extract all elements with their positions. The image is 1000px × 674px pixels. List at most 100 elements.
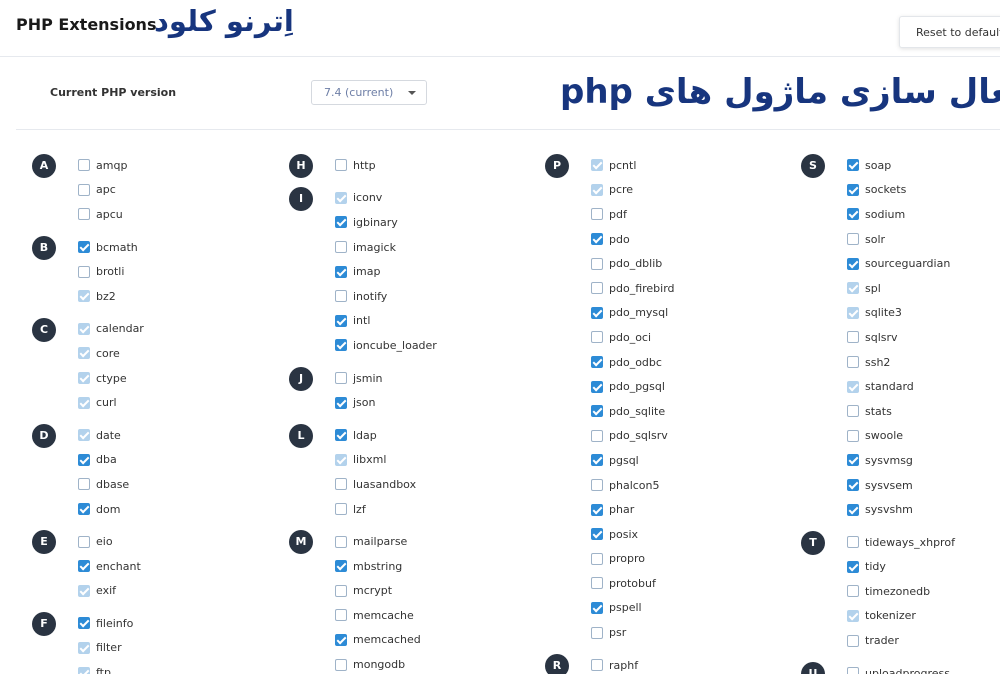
extension-checkbox[interactable] bbox=[591, 528, 603, 541]
extension-item-mongodb[interactable]: mongodb bbox=[335, 652, 529, 674]
extension-checkbox[interactable] bbox=[591, 331, 603, 344]
extension-checkbox[interactable] bbox=[591, 208, 603, 221]
extension-checkbox[interactable] bbox=[847, 634, 859, 647]
extension-checkbox[interactable] bbox=[591, 405, 603, 418]
extension-checkbox[interactable] bbox=[591, 233, 603, 246]
extension-checkbox[interactable] bbox=[78, 503, 90, 516]
extension-item-lzf[interactable]: lzf bbox=[335, 497, 529, 522]
extension-checkbox[interactable] bbox=[847, 405, 859, 418]
extension-item-apc[interactable]: apc bbox=[78, 178, 272, 203]
extension-item-pdf[interactable]: pdf bbox=[591, 202, 785, 227]
php-version-select[interactable]: 7.4 (current) bbox=[311, 80, 427, 105]
extension-item-mcrypt[interactable]: mcrypt bbox=[335, 579, 529, 604]
extension-item-dba[interactable]: dba bbox=[78, 448, 272, 473]
extension-checkbox[interactable] bbox=[335, 633, 347, 646]
extension-item-json[interactable]: json bbox=[335, 390, 529, 415]
extension-checkbox[interactable] bbox=[847, 454, 859, 467]
extension-checkbox[interactable] bbox=[335, 429, 347, 442]
extension-item-tideways_xhprof[interactable]: tideways_xhprof bbox=[847, 530, 1000, 555]
reset-to-default-button[interactable]: Reset to default bbox=[899, 16, 1000, 48]
extension-item-ioncube_loader[interactable]: ioncube_loader bbox=[335, 333, 529, 358]
extension-checkbox[interactable] bbox=[78, 241, 90, 254]
extension-item-ldap[interactable]: ldap bbox=[335, 423, 529, 448]
extension-checkbox[interactable] bbox=[847, 503, 859, 516]
extension-checkbox[interactable] bbox=[591, 626, 603, 639]
extension-item-pdo_sqlsrv[interactable]: pdo_sqlsrv bbox=[591, 424, 785, 449]
extension-checkbox[interactable] bbox=[847, 208, 859, 221]
extension-item-dom[interactable]: dom bbox=[78, 497, 272, 522]
extension-item-stats[interactable]: stats bbox=[847, 399, 1000, 424]
extension-item-sysvshm[interactable]: sysvshm bbox=[847, 497, 1000, 522]
extension-checkbox[interactable] bbox=[847, 331, 859, 344]
extension-checkbox[interactable] bbox=[335, 658, 347, 671]
extension-item-jsmin[interactable]: jsmin bbox=[335, 366, 529, 391]
extension-checkbox[interactable] bbox=[847, 183, 859, 196]
extension-item-psr[interactable]: psr bbox=[591, 620, 785, 645]
extension-item-intl[interactable]: intl bbox=[335, 309, 529, 334]
extension-item-sockets[interactable]: sockets bbox=[847, 178, 1000, 203]
extension-item-pdo_sqlite[interactable]: pdo_sqlite bbox=[591, 399, 785, 424]
extension-item-trader[interactable]: trader bbox=[847, 628, 1000, 653]
extension-checkbox[interactable] bbox=[335, 584, 347, 597]
extension-checkbox[interactable] bbox=[847, 159, 859, 172]
extension-checkbox[interactable] bbox=[847, 233, 859, 246]
extension-item-pgsql[interactable]: pgsql bbox=[591, 448, 785, 473]
extension-checkbox[interactable] bbox=[335, 265, 347, 278]
extension-item-igbinary[interactable]: igbinary bbox=[335, 210, 529, 235]
extension-checkbox[interactable] bbox=[335, 339, 347, 352]
extension-checkbox[interactable] bbox=[847, 429, 859, 442]
extension-item-solr[interactable]: solr bbox=[847, 227, 1000, 252]
extension-item-swoole[interactable]: swoole bbox=[847, 424, 1000, 449]
extension-item-brotli[interactable]: brotli bbox=[78, 259, 272, 284]
extension-item-raphf[interactable]: raphf bbox=[591, 653, 785, 674]
extension-item-phar[interactable]: phar bbox=[591, 497, 785, 522]
extension-item-amqp[interactable]: amqp bbox=[78, 153, 272, 178]
extension-item-soap[interactable]: soap bbox=[847, 153, 1000, 178]
extension-item-fileinfo[interactable]: fileinfo bbox=[78, 611, 272, 636]
extension-item-bcmath[interactable]: bcmath bbox=[78, 235, 272, 260]
extension-item-propro[interactable]: propro bbox=[591, 547, 785, 572]
extension-checkbox[interactable] bbox=[335, 314, 347, 327]
extension-checkbox[interactable] bbox=[335, 216, 347, 229]
extension-checkbox[interactable] bbox=[591, 306, 603, 319]
extension-item-mbstring[interactable]: mbstring bbox=[335, 554, 529, 579]
extension-checkbox[interactable] bbox=[78, 159, 90, 172]
extension-checkbox[interactable] bbox=[847, 560, 859, 573]
extension-checkbox[interactable] bbox=[591, 577, 603, 590]
extension-checkbox[interactable] bbox=[78, 617, 90, 630]
extension-item-http[interactable]: http bbox=[335, 153, 529, 178]
extension-checkbox[interactable] bbox=[591, 356, 603, 369]
extension-checkbox[interactable] bbox=[335, 503, 347, 516]
extension-item-uploadprogress[interactable]: uploadprogress bbox=[847, 661, 1000, 674]
extension-checkbox[interactable] bbox=[335, 560, 347, 573]
extension-checkbox[interactable] bbox=[847, 257, 859, 270]
extension-item-enchant[interactable]: enchant bbox=[78, 554, 272, 579]
extension-item-pdo_odbc[interactable]: pdo_odbc bbox=[591, 350, 785, 375]
extension-item-pdo[interactable]: pdo bbox=[591, 227, 785, 252]
extension-checkbox[interactable] bbox=[591, 659, 603, 672]
extension-checkbox[interactable] bbox=[78, 183, 90, 196]
extension-item-pdo_mysql[interactable]: pdo_mysql bbox=[591, 301, 785, 326]
extension-item-timezonedb[interactable]: timezonedb bbox=[847, 579, 1000, 604]
extension-checkbox[interactable] bbox=[335, 241, 347, 254]
extension-checkbox[interactable] bbox=[335, 535, 347, 548]
extension-checkbox[interactable] bbox=[78, 535, 90, 548]
extension-checkbox[interactable] bbox=[335, 609, 347, 622]
extension-item-mailparse[interactable]: mailparse bbox=[335, 529, 529, 554]
extension-item-dbase[interactable]: dbase bbox=[78, 472, 272, 497]
extension-item-pspell[interactable]: pspell bbox=[591, 596, 785, 621]
extension-checkbox[interactable] bbox=[591, 257, 603, 270]
extension-checkbox[interactable] bbox=[847, 667, 859, 674]
extension-checkbox[interactable] bbox=[591, 429, 603, 442]
extension-item-apcu[interactable]: apcu bbox=[78, 202, 272, 227]
extension-checkbox[interactable] bbox=[335, 290, 347, 303]
extension-item-sourceguardian[interactable]: sourceguardian bbox=[847, 251, 1000, 276]
extension-checkbox[interactable] bbox=[591, 503, 603, 516]
extension-item-tidy[interactable]: tidy bbox=[847, 555, 1000, 580]
extension-item-inotify[interactable]: inotify bbox=[335, 284, 529, 309]
extension-item-posix[interactable]: posix bbox=[591, 522, 785, 547]
extension-checkbox[interactable] bbox=[78, 208, 90, 221]
extension-item-sqlsrv[interactable]: sqlsrv bbox=[847, 325, 1000, 350]
extension-checkbox[interactable] bbox=[847, 536, 859, 549]
extension-checkbox[interactable] bbox=[78, 265, 90, 278]
